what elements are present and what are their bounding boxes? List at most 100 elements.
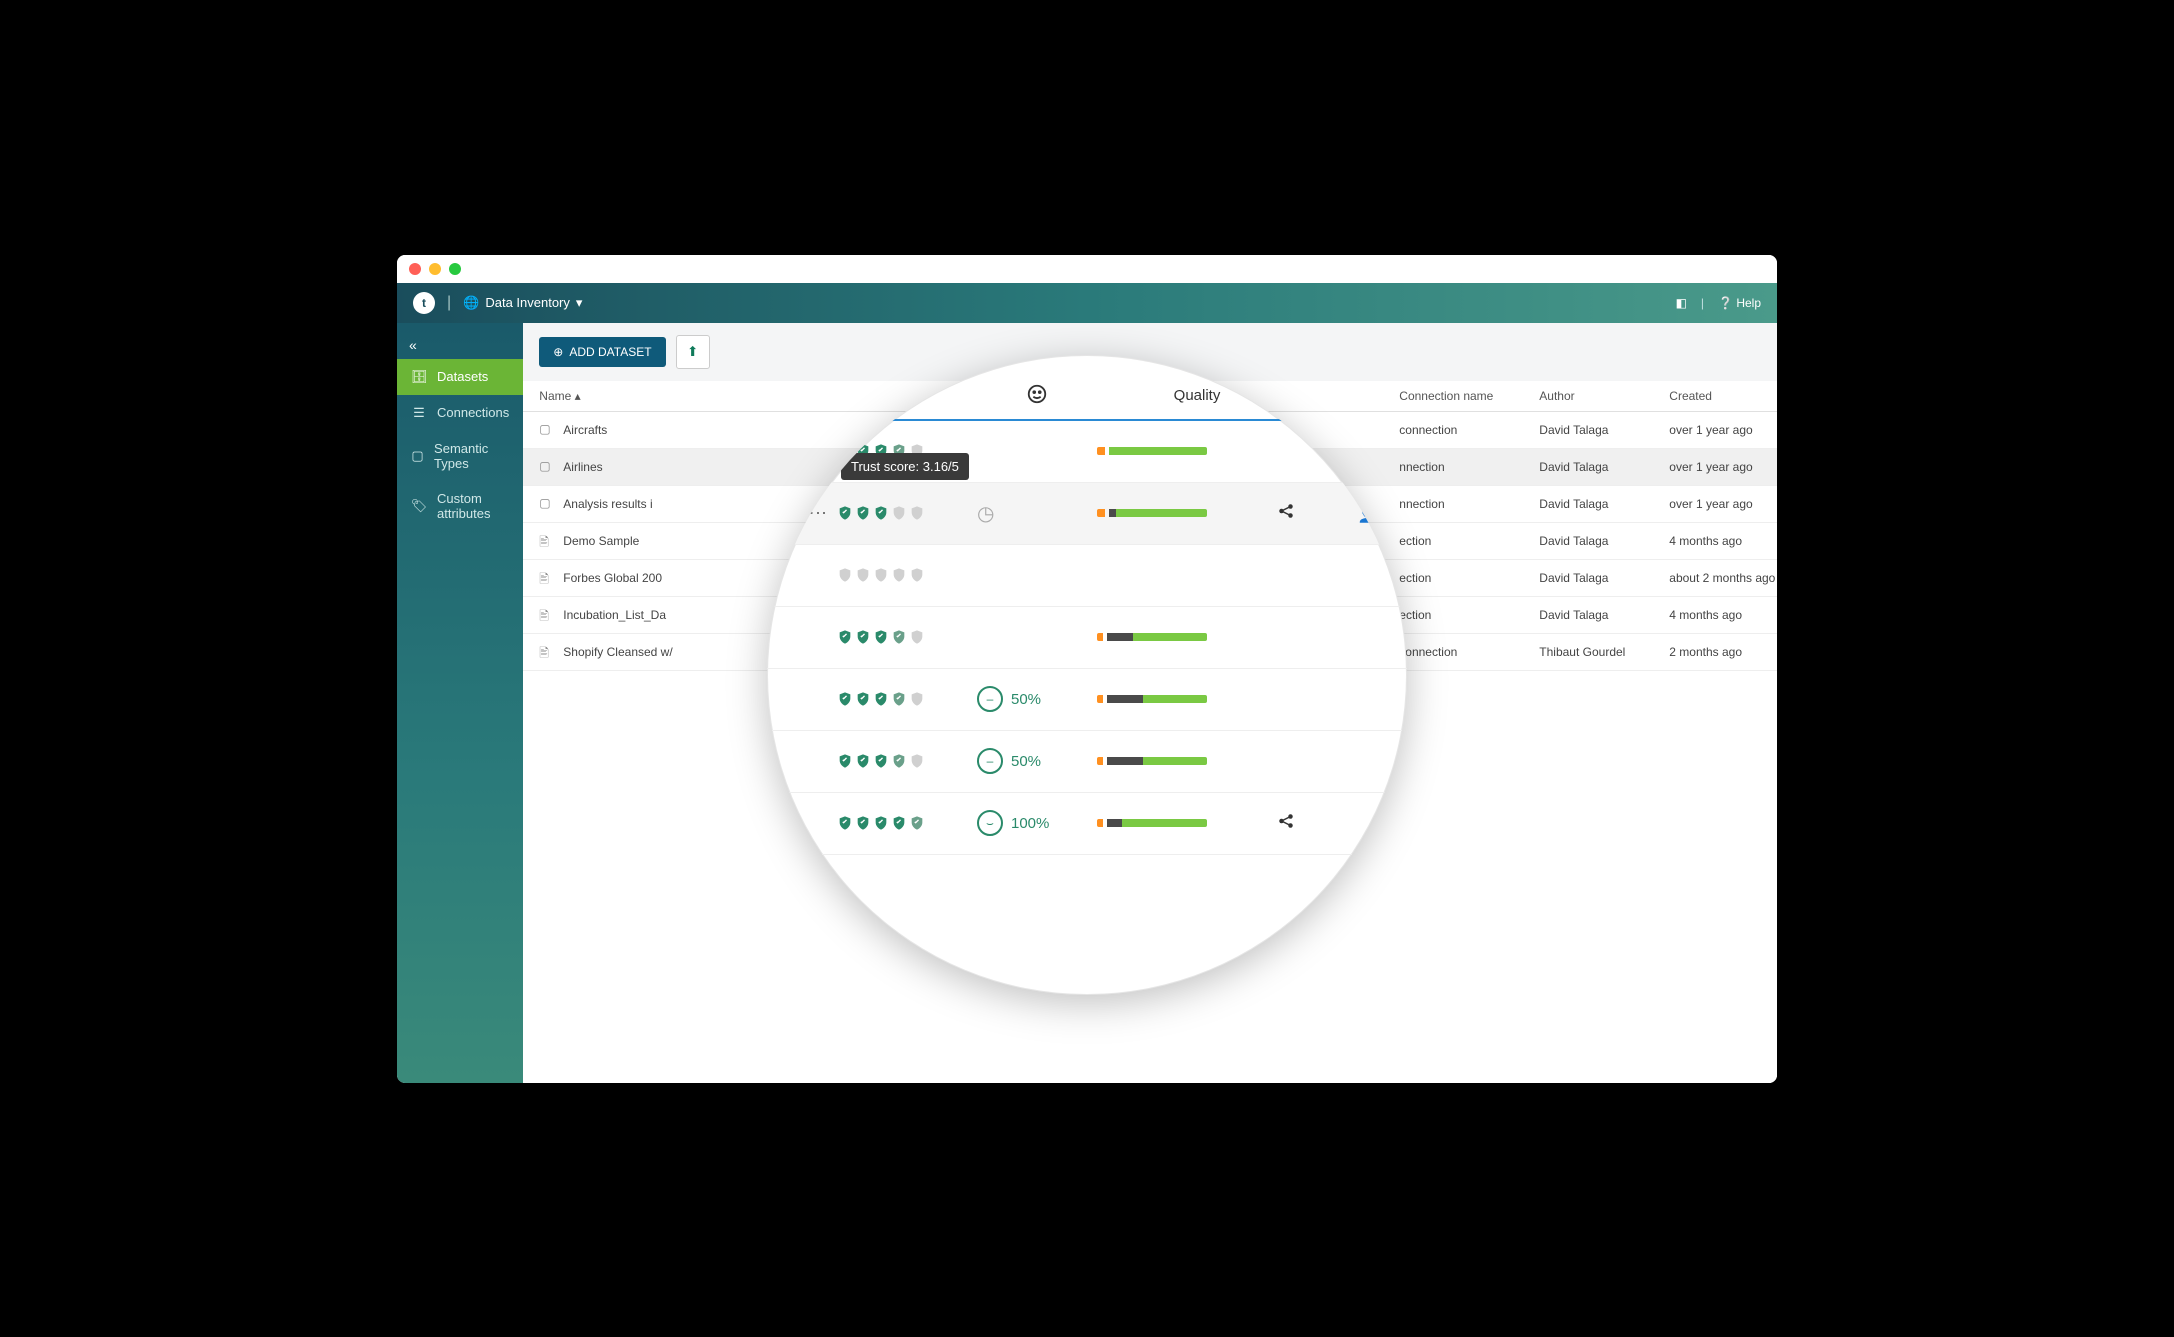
row-connection: connection	[1399, 645, 1539, 659]
row-author: David Talaga	[1539, 497, 1669, 511]
row-name: Aircrafts	[563, 423, 607, 437]
magnifier-row[interactable]: ⋮ – 50%	[767, 731, 1407, 793]
clock-icon: ◷	[977, 503, 994, 525]
shield-icon	[837, 814, 853, 832]
row-name: Forbes Global 200	[563, 571, 662, 585]
add-dataset-label: ADD DATASET	[569, 345, 651, 359]
trust-shields	[837, 628, 977, 646]
shield-icon	[873, 628, 889, 646]
quality-bar	[1097, 633, 1207, 641]
happy-face-icon: ⌣	[977, 810, 1003, 836]
sidebar-item-custom-attributes[interactable]: 🏷 Custom attributes	[397, 481, 523, 531]
apps-icon[interactable]: ◧	[1676, 296, 1687, 310]
usage-cell: – 50%	[977, 748, 1097, 774]
sidebar-item-datasets[interactable]: 🗄 Datasets	[397, 359, 523, 395]
shield-icon	[855, 628, 871, 646]
breadcrumb-label: Data Inventory	[485, 295, 570, 310]
dataset-icon: 🗄	[411, 369, 427, 385]
usage-value: 100%	[1011, 815, 1049, 832]
row-author: Thibaut Gourdel	[1539, 645, 1669, 659]
magnifier-row[interactable]: ⋮ ◷ 👤	[767, 483, 1407, 545]
magnifier-row[interactable]: ⋮ – 50%	[767, 669, 1407, 731]
row-name: Incubation_List_Da	[563, 608, 666, 622]
window-close-icon[interactable]	[409, 263, 421, 275]
row-connection: ection	[1399, 571, 1539, 585]
app-window: t | 🌐 Data Inventory ▾ ◧ | ❔ Help « 🗄 Da…	[397, 255, 1777, 1083]
shield-icon	[891, 628, 907, 646]
trust-shields	[837, 752, 977, 770]
share-icon[interactable]	[1277, 504, 1295, 524]
sidebar: « 🗄 Datasets ☰ Connections ▢ Semantic Ty…	[397, 323, 523, 1083]
topbar: t | 🌐 Data Inventory ▾ ◧ | ❔ Help	[397, 283, 1777, 323]
sidebar-item-semantic-types[interactable]: ▢ Semantic Types	[397, 431, 523, 481]
trust-shields	[837, 814, 977, 832]
semantic-type-icon: ▢	[411, 448, 424, 464]
window-minimize-icon[interactable]	[429, 263, 441, 275]
tag-icon: 🏷	[411, 498, 427, 514]
dataset-row-icon: 🖹	[539, 644, 555, 660]
shield-icon	[909, 752, 925, 770]
shield-icon	[891, 752, 907, 770]
trust-score-tooltip: Trust score: 3.16/5	[841, 453, 969, 480]
row-author: David Talaga	[1539, 608, 1669, 622]
row-connection: ection	[1399, 608, 1539, 622]
shield-icon	[891, 504, 907, 522]
usage-cell: – 50%	[977, 686, 1097, 712]
breadcrumb[interactable]: 🌐 Data Inventory ▾	[463, 295, 582, 311]
shield-icon	[909, 628, 925, 646]
logo-icon[interactable]: t	[413, 292, 435, 314]
dataset-row-icon: ▢	[539, 422, 555, 438]
shield-icon	[873, 504, 889, 522]
quality-bar	[1097, 695, 1207, 703]
shield-icon	[873, 752, 889, 770]
usage-value: 50%	[1011, 753, 1041, 770]
row-created: over 1 year ago	[1669, 497, 1777, 511]
row-connection: nnection	[1399, 460, 1539, 474]
sidebar-item-label: Connections	[437, 405, 509, 420]
shield-icon	[855, 752, 871, 770]
neutral-face-icon: –	[977, 748, 1003, 774]
add-dataset-button[interactable]: ⊕ ADD DATASET	[539, 337, 665, 367]
neutral-face-icon: –	[977, 686, 1003, 712]
shield-icon	[837, 752, 853, 770]
magnifier-row[interactable]: ⋮	[767, 545, 1407, 607]
sidebar-collapse-button[interactable]: «	[397, 331, 523, 359]
column-author[interactable]: Author	[1539, 389, 1669, 403]
shield-icon	[837, 690, 853, 708]
column-name[interactable]: Name ▴	[539, 389, 819, 403]
row-connection: ection	[1399, 534, 1539, 548]
shield-icon	[837, 566, 853, 584]
window-maximize-icon[interactable]	[449, 263, 461, 275]
shield-icon	[891, 566, 907, 584]
upload-icon: ⬆	[687, 344, 698, 360]
row-created: 2 months ago	[1669, 645, 1777, 659]
trust-shields	[837, 504, 977, 522]
row-author: David Talaga	[1539, 460, 1669, 474]
upload-button[interactable]: ⬆	[676, 335, 710, 369]
magnifier-row[interactable]: ⋮	[767, 607, 1407, 669]
column-connection[interactable]: Connection name	[1399, 389, 1539, 403]
shield-icon	[855, 814, 871, 832]
shield-icon	[837, 628, 853, 646]
dataset-row-icon: ▢	[539, 496, 555, 512]
share-icon[interactable]	[1277, 814, 1295, 834]
help-link[interactable]: ❔ Help	[1718, 296, 1761, 310]
dataset-row-icon: 🖹	[539, 607, 555, 623]
shield-icon	[909, 566, 925, 584]
dataset-row-icon: 🖹	[539, 533, 555, 549]
row-name: Analysis results i	[563, 497, 652, 511]
sidebar-item-connections[interactable]: ☰ Connections	[397, 395, 523, 431]
row-name: Shopify Cleansed w/	[563, 645, 672, 659]
row-name: Airlines	[563, 460, 602, 474]
shield-icon	[909, 504, 925, 522]
shield-icon	[837, 504, 853, 522]
shield-icon	[855, 566, 871, 584]
column-created[interactable]: Created	[1669, 389, 1777, 403]
usage-cell: ⌣ 100%	[977, 810, 1097, 836]
sidebar-item-label: Semantic Types	[434, 441, 509, 471]
shield-icon	[855, 504, 871, 522]
magnifier-row[interactable]: ⋮ ⌣ 100%	[767, 793, 1407, 855]
trust-shields	[837, 690, 977, 708]
row-created: about 2 months ago	[1669, 571, 1777, 585]
row-author: David Talaga	[1539, 423, 1669, 437]
